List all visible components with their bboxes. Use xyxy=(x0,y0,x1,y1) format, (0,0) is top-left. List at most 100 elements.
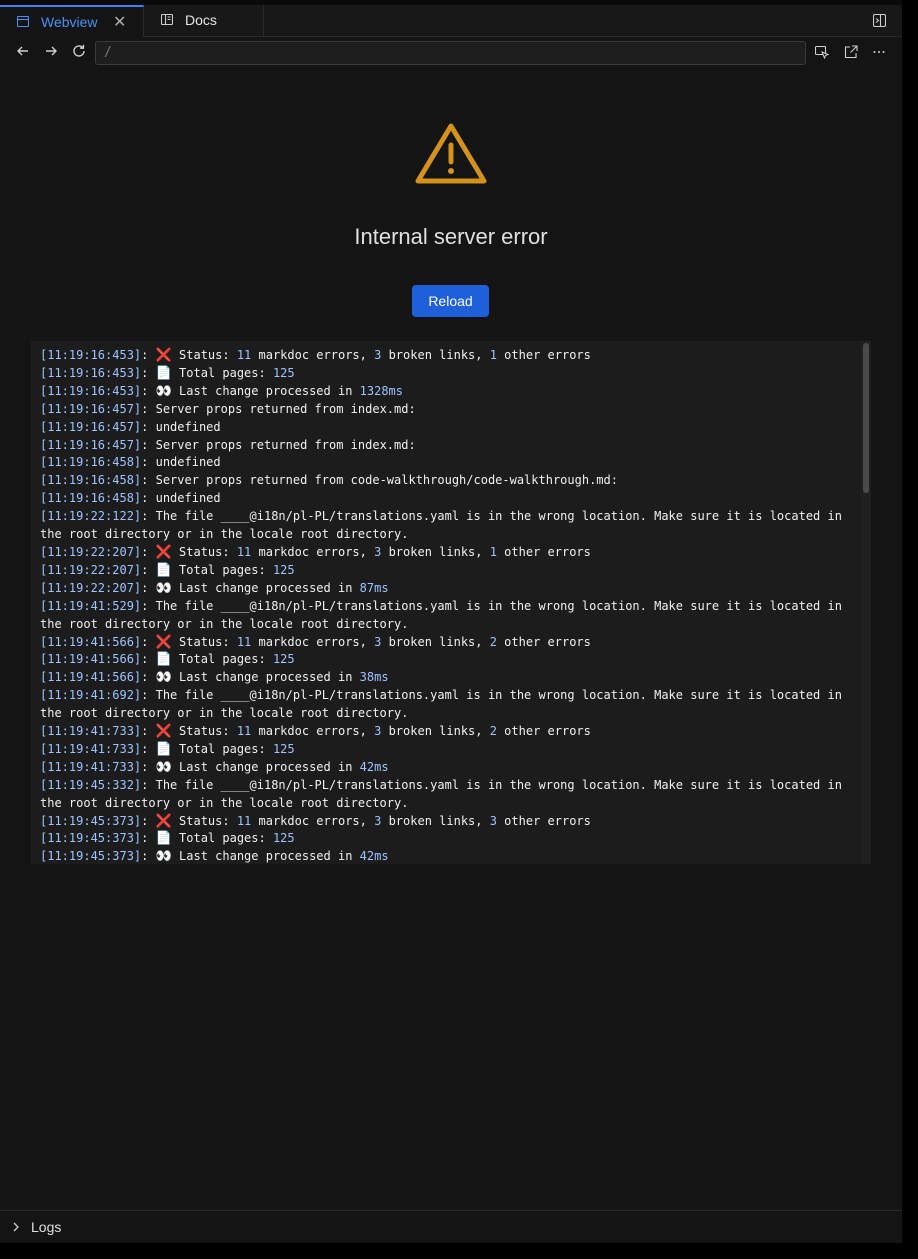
log-number: 1 xyxy=(489,544,497,559)
log-emoji: 👀 xyxy=(155,849,172,864)
log-line: [11:19:22:207]: 👀 Last change processed … xyxy=(40,580,852,598)
log-timestamp: [11:19:22:207] xyxy=(40,562,142,577)
refresh-icon[interactable] xyxy=(71,43,87,59)
log-text: : The file ____@i18n/pl-PL/translations.… xyxy=(40,598,850,631)
log-text: broken links, xyxy=(381,724,490,739)
forward-arrow-icon[interactable] xyxy=(43,43,59,59)
log-output[interactable]: [11:19:16:453]: ❌ Status: 11 markdoc err… xyxy=(31,341,871,864)
log-number: 125 xyxy=(272,562,295,577)
log-timestamp: [11:19:41:733] xyxy=(40,759,142,774)
log-text: Last change processed in xyxy=(171,580,360,595)
log-text: : Server props returned from index.md: xyxy=(141,401,416,416)
tab-bar: Webview ✕ Docs xyxy=(0,5,902,37)
chevron-right-icon[interactable] xyxy=(12,1222,20,1232)
log-emoji: ❌ xyxy=(155,348,172,363)
tab-webview-label: Webview xyxy=(41,14,98,30)
log-timestamp: [11:19:16:457] xyxy=(40,437,142,452)
log-timestamp: [11:19:41:733] xyxy=(40,741,142,756)
log-text: Last change processed in xyxy=(171,759,360,774)
log-number: 2 xyxy=(489,724,497,739)
log-text: : xyxy=(141,562,156,577)
tab-docs[interactable]: Docs xyxy=(144,5,264,37)
log-text: markdoc errors, xyxy=(251,634,375,649)
log-text: broken links, xyxy=(381,634,490,649)
log-line: [11:19:41:733]: 👀 Last change processed … xyxy=(40,759,852,777)
log-line: [11:19:16:453]: 📄 Total pages: 125 xyxy=(40,365,852,383)
log-text: Total pages: xyxy=(171,741,273,756)
log-text: : Server props returned from code-walkth… xyxy=(141,473,618,488)
log-line: [11:19:16:453]: 👀 Last change processed … xyxy=(40,383,852,401)
inspect-icon[interactable] xyxy=(815,45,829,59)
log-emoji: ❌ xyxy=(155,544,172,560)
reload-button[interactable]: Reload xyxy=(412,285,489,317)
log-text: Last change processed in xyxy=(171,383,360,398)
log-number: 1328ms xyxy=(359,383,403,398)
log-lines: [11:19:16:453]: ❌ Status: 11 markdoc err… xyxy=(40,347,852,864)
log-text: Status: xyxy=(171,348,237,362)
log-line: [11:19:22:122]: The file ____@i18n/pl-PL… xyxy=(40,508,852,544)
log-timestamp: [11:19:41:566] xyxy=(40,634,142,649)
log-timestamp: [11:19:45:373] xyxy=(40,831,142,846)
log-line: [11:19:16:457]: undefined xyxy=(40,419,852,437)
log-text: Status: xyxy=(171,724,237,739)
log-number: 125 xyxy=(272,741,295,756)
log-text: : The file ____@i18n/pl-PL/translations.… xyxy=(40,777,850,810)
log-line: [11:19:16:457]: Server props returned fr… xyxy=(40,401,852,419)
log-emoji: 👀 xyxy=(155,580,172,596)
log-timestamp: [11:19:22:207] xyxy=(40,544,142,559)
log-line: [11:19:16:458]: Server props returned fr… xyxy=(40,472,852,490)
log-timestamp: [11:19:16:458] xyxy=(40,491,142,506)
log-line: [11:19:16:458]: undefined xyxy=(40,490,852,508)
logs-panel-toggle[interactable]: Logs xyxy=(31,1219,61,1235)
url-input[interactable]: / xyxy=(95,41,806,65)
back-arrow-icon[interactable] xyxy=(15,43,31,59)
log-line: [11:19:45:373]: 👀 Last change processed … xyxy=(40,848,852,864)
log-text: Status: xyxy=(171,544,237,559)
log-line: [11:19:22:207]: ❌ Status: 11 markdoc err… xyxy=(40,544,852,562)
log-text: markdoc errors, xyxy=(251,724,375,739)
log-emoji: ❌ xyxy=(155,634,172,650)
log-text: other errors xyxy=(496,348,591,362)
log-text: : xyxy=(141,544,156,559)
log-number: 125 xyxy=(272,652,295,667)
bottom-panel: Logs xyxy=(0,1210,902,1243)
log-line: [11:19:22:207]: 📄 Total pages: 125 xyxy=(40,562,852,580)
log-text: Total pages: xyxy=(171,652,273,667)
more-options-icon[interactable] xyxy=(872,45,886,59)
log-timestamp: [11:19:41:692] xyxy=(40,688,142,703)
log-timestamp: [11:19:45:373] xyxy=(40,813,142,828)
log-number: 11 xyxy=(236,544,252,559)
log-timestamp: [11:19:16:453] xyxy=(40,348,142,362)
log-text: : xyxy=(141,652,156,667)
tab-webview[interactable]: Webview ✕ xyxy=(0,5,144,37)
log-line: [11:19:41:566]: 📄 Total pages: 125 xyxy=(40,651,852,669)
book-icon xyxy=(161,14,173,25)
log-emoji: 📄 xyxy=(155,365,172,381)
log-text: : xyxy=(141,348,156,362)
log-text: markdoc errors, xyxy=(251,348,375,362)
log-text: : xyxy=(141,383,156,398)
log-text: other errors xyxy=(496,634,591,649)
log-number: 125 xyxy=(272,365,295,380)
log-text: : xyxy=(141,670,156,685)
log-line: [11:19:41:692]: The file ____@i18n/pl-PL… xyxy=(40,687,852,723)
log-line: [11:19:41:566]: ❌ Status: 11 markdoc err… xyxy=(40,634,852,652)
log-emoji: ❌ xyxy=(155,813,172,829)
open-external-icon[interactable] xyxy=(844,45,858,59)
log-number: 3 xyxy=(489,813,497,828)
close-icon[interactable]: ✕ xyxy=(113,12,126,32)
log-number: 11 xyxy=(236,813,252,828)
log-timestamp: [11:19:22:207] xyxy=(40,580,142,595)
log-number: 42ms xyxy=(359,849,389,864)
scrollbar-thumb[interactable] xyxy=(863,343,869,493)
log-text: Total pages: xyxy=(171,562,273,577)
log-text: : undefined xyxy=(141,419,221,434)
log-text: : Server props returned from index.md: xyxy=(141,437,416,452)
split-editor-icon[interactable] xyxy=(873,14,886,27)
log-number: 2 xyxy=(489,634,497,649)
log-number: 42ms xyxy=(359,759,389,774)
log-number: 38ms xyxy=(359,670,389,685)
log-number: 125 xyxy=(272,831,295,846)
log-timestamp: [11:19:16:453] xyxy=(40,383,142,398)
log-number: 11 xyxy=(236,348,252,362)
